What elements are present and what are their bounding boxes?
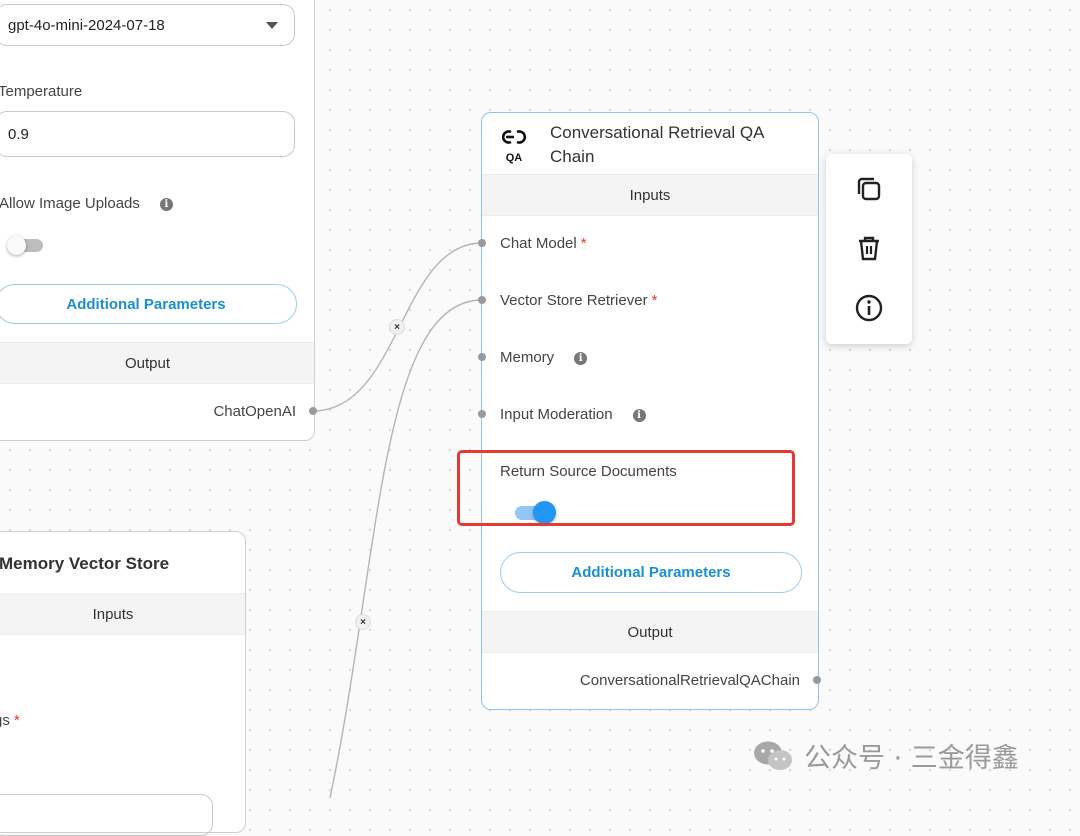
delete-edge-button[interactable]: × [355,614,371,630]
qa-chain-node[interactable]: QA Conversational Retrieval QA Chain Inp… [481,112,819,710]
embeddings-input-label: gs* [0,712,20,729]
vector-store-retriever-input-label: Vector Store Retriever * [500,292,658,309]
temperature-input[interactable]: 0.9 [0,111,295,157]
delete-edge-button[interactable]: × [389,319,405,335]
watermark-text: 公众号 · 三金得鑫 [804,743,1019,774]
additional-parameters-button[interactable]: Additional Parameters [0,284,297,324]
chat-openai-node[interactable]: gpt-4o-mini-2024-07-18 Temperature 0.9 A… [0,0,315,441]
node-title: Memory Vector Store [0,554,170,573]
output-chatopenai-label: ChatOpenAI [213,403,296,420]
input-moderation-input-label: Input Moderation i [500,406,646,423]
model-select[interactable]: gpt-4o-mini-2024-07-18 [0,4,295,46]
chevron-down-icon [266,22,278,29]
memory-input-label: Memory i [500,349,588,366]
allow-image-uploads-toggle[interactable] [7,236,49,256]
chatopenai-output-handle[interactable] [309,407,317,415]
inputs-header: Inputs [482,174,818,216]
allow-image-uploads-label: Allow Image Uploads i [0,195,173,212]
watermark: 公众号 · 三金得鑫 [752,736,1019,775]
temperature-label: Temperature [0,83,83,100]
info-icon[interactable]: i [159,198,173,211]
edge-vectorstore-to-retriever [329,299,483,798]
chat-model-input-label: Chat Model * [500,235,587,252]
output-chain-label: ConversationalRetrievalQAChain [579,672,800,689]
memory-vector-store-node[interactable]: Memory Vector Store Inputs gs* [0,531,246,836]
vector-store-retriever-handle[interactable] [478,296,486,304]
inputs-header: Inputs [0,593,245,635]
temperature-value: 0.9 [8,125,29,143]
output-header: Output [482,611,818,653]
output-header: Output [0,342,314,384]
info-icon[interactable] [853,292,885,324]
input-moderation-handle[interactable] [478,410,486,418]
wechat-icon [754,741,792,770]
trash-icon[interactable] [853,232,885,264]
highlight-box [457,450,795,526]
info-icon[interactable]: i [574,352,588,365]
node-title: Conversational Retrieval QA Chain [550,123,764,166]
partial-input-box[interactable] [0,794,213,836]
node-toolbar [826,154,912,344]
info-icon[interactable]: i [632,409,646,422]
copy-icon[interactable] [853,173,885,205]
model-select-value: gpt-4o-mini-2024-07-18 [8,16,165,34]
memory-handle[interactable] [478,353,486,361]
qa-chain-icon: QA [498,127,530,164]
additional-parameters-button[interactable]: Additional Parameters [500,552,802,593]
chain-output-handle[interactable] [813,676,821,684]
chat-model-handle[interactable] [478,239,486,247]
qa-icon-text: QA [505,152,523,164]
